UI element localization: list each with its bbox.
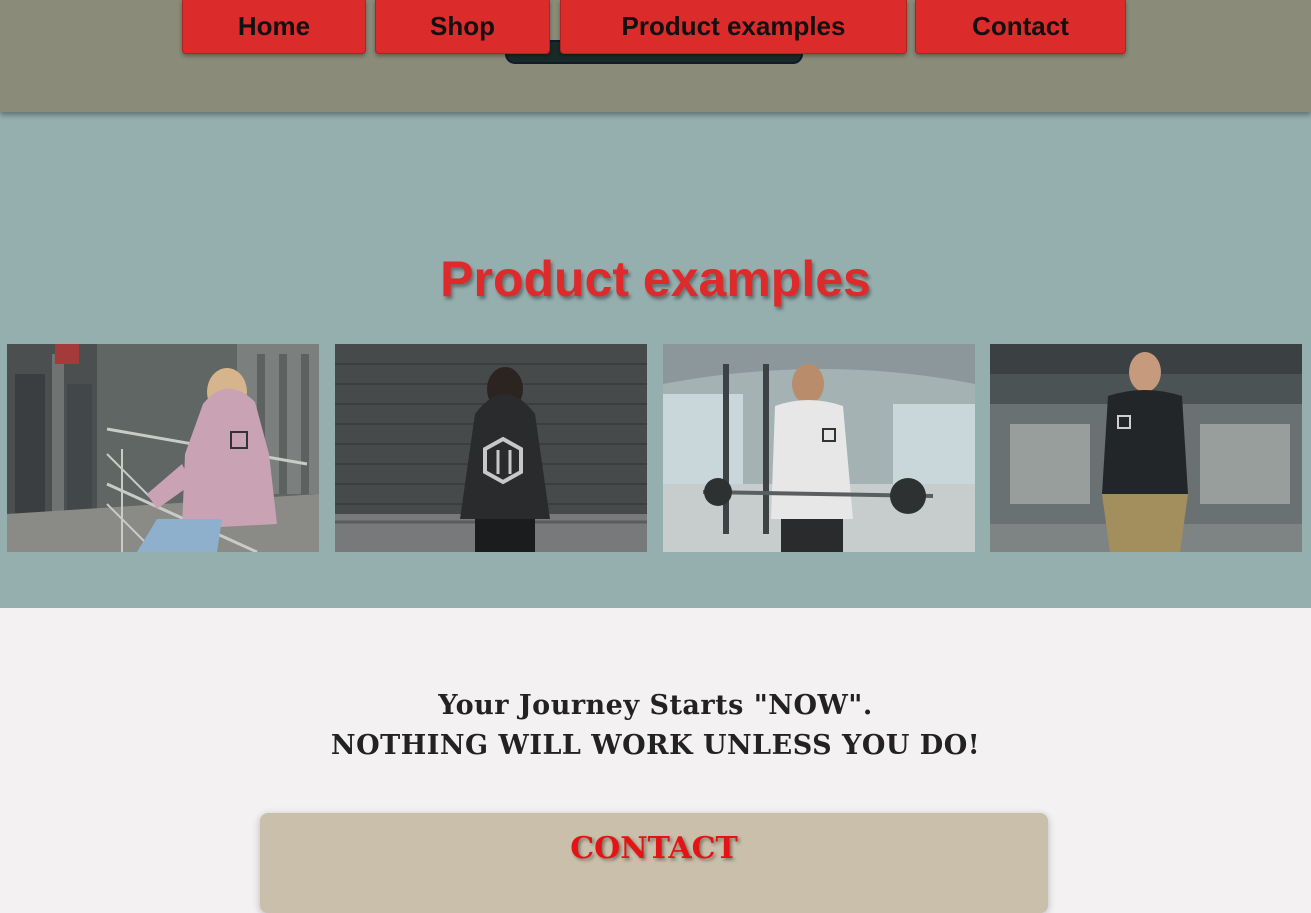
contact-card: CONTACT xyxy=(260,813,1048,913)
product-image-black-hoodie-subway[interactable] xyxy=(990,344,1302,552)
nav-contact-button[interactable]: Contact xyxy=(915,0,1126,54)
motto-line-2: NOTHING WILL WORK UNLESS YOU DO! xyxy=(330,730,981,761)
nav-product-examples-button[interactable]: Product examples xyxy=(560,0,907,54)
nav-home-button[interactable]: Home xyxy=(182,0,366,54)
main-nav: Home Shop Product examples Contact xyxy=(0,0,1311,60)
gym-tshirt-photo xyxy=(663,344,975,552)
black-hoodie-brick-photo xyxy=(335,344,647,552)
product-examples-heading: Product examples xyxy=(440,251,871,307)
pink-hoodie-photo xyxy=(7,344,319,552)
product-examples-section: Product examples xyxy=(0,112,1311,608)
nav-shop-button[interactable]: Shop xyxy=(375,0,550,54)
contact-heading: CONTACT xyxy=(570,831,738,866)
product-image-gym-tshirt[interactable] xyxy=(663,344,975,552)
product-image-black-hoodie-wall[interactable] xyxy=(335,344,647,552)
product-image-pink-hoodie[interactable] xyxy=(7,344,319,552)
black-hoodie-subway-photo xyxy=(990,344,1302,552)
motto-line-1: Your Journey Starts "NOW". xyxy=(438,690,873,721)
